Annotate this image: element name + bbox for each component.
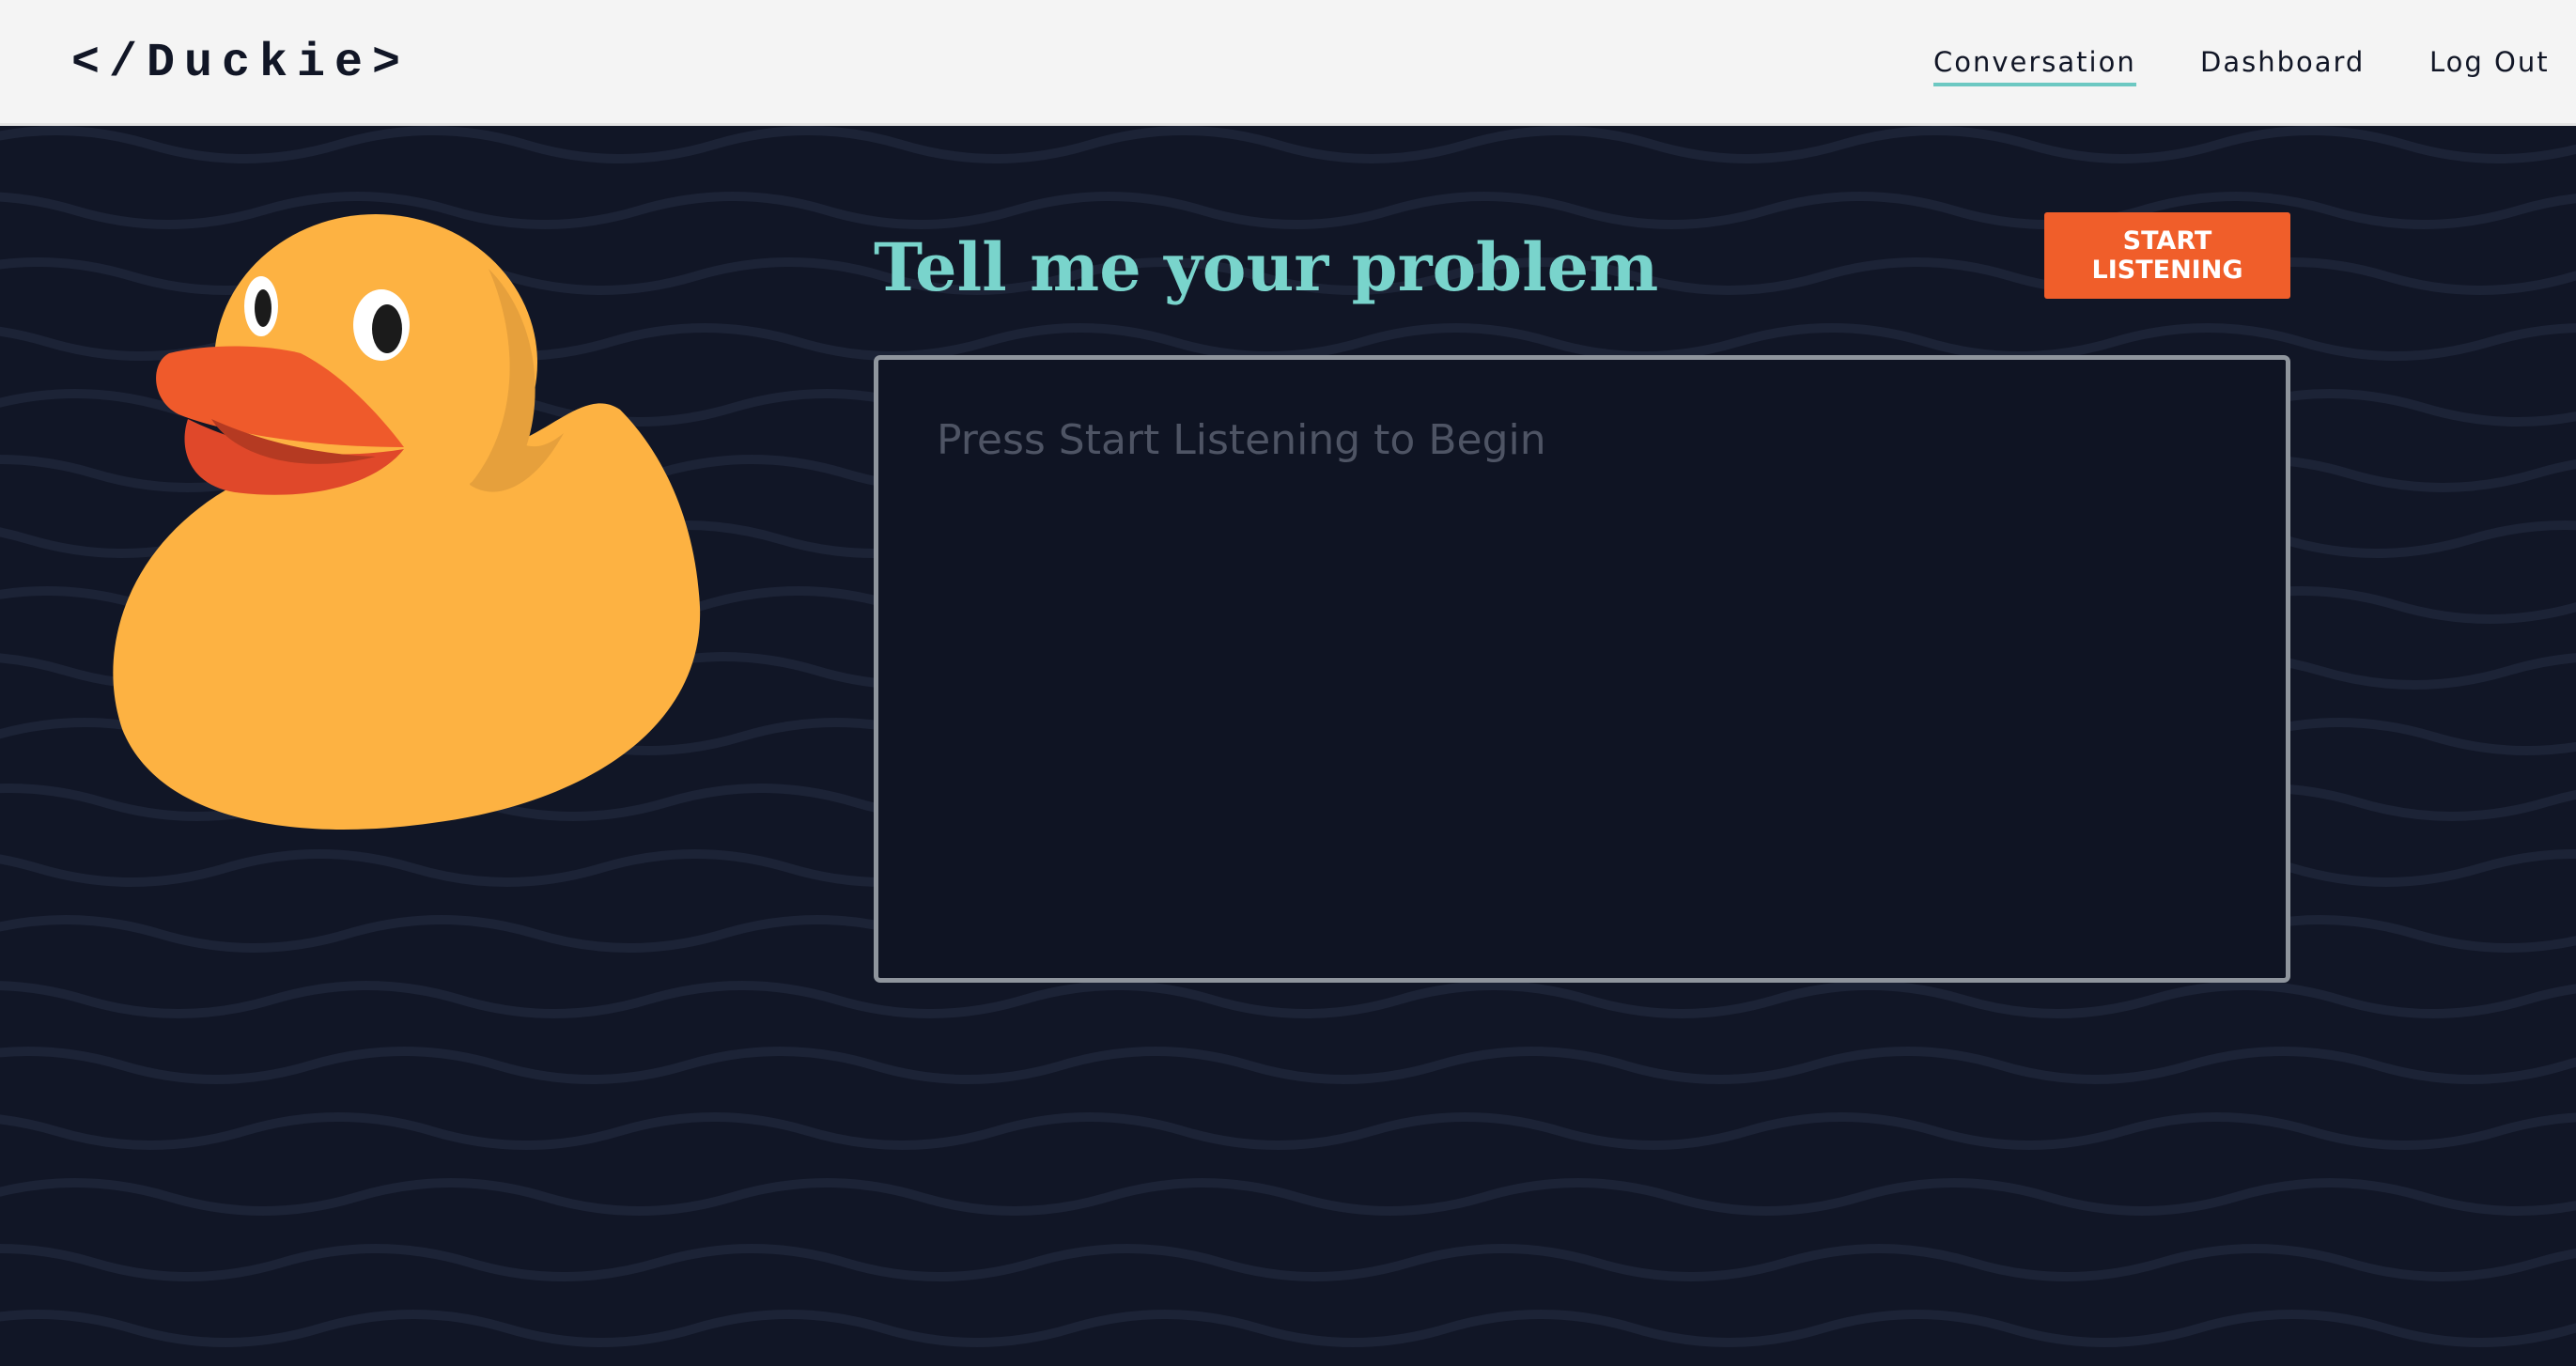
nav-dashboard[interactable]: Dashboard: [2200, 43, 2365, 81]
rubber-duck-icon: [113, 214, 701, 830]
transcript-placeholder: Press Start Listening to Begin: [937, 416, 1546, 464]
app-logo[interactable]: </Duckie>: [71, 34, 410, 94]
main-content: Tell me your problem START LISTENING Pre…: [0, 126, 2576, 1366]
page-heading: Tell me your problem: [874, 228, 1659, 306]
top-navbar: </Duckie> Conversation Dashboard Log Out: [0, 0, 2576, 126]
transcript-box[interactable]: Press Start Listening to Begin: [874, 355, 2290, 983]
start-listening-button[interactable]: START LISTENING: [2044, 212, 2290, 299]
nav-log-out[interactable]: Log Out: [2429, 43, 2550, 81]
nav-conversation[interactable]: Conversation: [1933, 43, 2136, 86]
